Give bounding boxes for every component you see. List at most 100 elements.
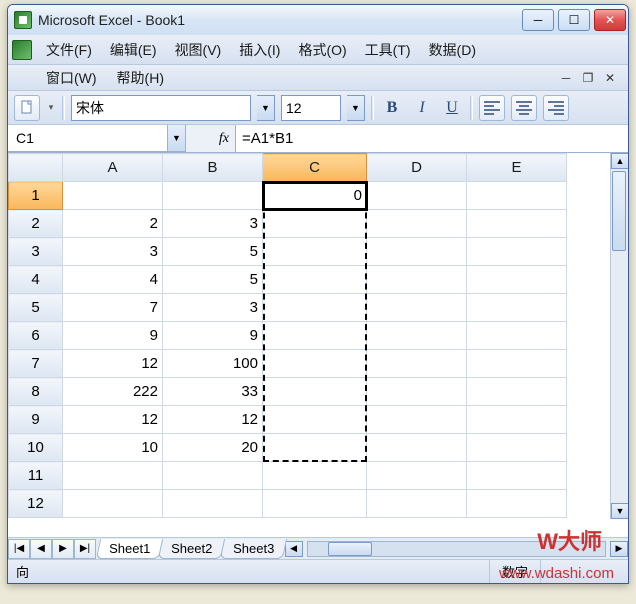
cell-C7[interactable] bbox=[263, 350, 367, 378]
row-header-3[interactable]: 3 bbox=[9, 238, 63, 266]
close-button[interactable]: ✕ bbox=[594, 9, 626, 31]
row-header-10[interactable]: 10 bbox=[9, 434, 63, 462]
underline-button[interactable]: U bbox=[440, 96, 464, 120]
vscroll-thumb[interactable] bbox=[612, 171, 626, 251]
cell-D11[interactable] bbox=[367, 462, 467, 490]
name-box-dropdown-icon[interactable]: ▼ bbox=[168, 125, 186, 152]
menu-insert[interactable]: 插入(I) bbox=[231, 37, 288, 63]
sheet-nav-2[interactable]: ▶ bbox=[52, 539, 74, 559]
cell-A10[interactable]: 10 bbox=[63, 434, 163, 462]
hscroll-left-icon[interactable]: ◀ bbox=[285, 541, 303, 557]
workbook-restore-icon[interactable]: ❐ bbox=[580, 70, 596, 86]
cell-D2[interactable] bbox=[367, 210, 467, 238]
row-header-2[interactable]: 2 bbox=[9, 210, 63, 238]
maximize-button[interactable]: ☐ bbox=[558, 9, 590, 31]
row-header-5[interactable]: 5 bbox=[9, 294, 63, 322]
minimize-button[interactable]: ─ bbox=[522, 9, 554, 31]
menu-edit[interactable]: 编辑(E) bbox=[102, 37, 165, 63]
cell-B8[interactable]: 33 bbox=[163, 378, 263, 406]
cell-D7[interactable] bbox=[367, 350, 467, 378]
col-header-B[interactable]: B bbox=[163, 154, 263, 182]
menu-file[interactable]: 文件(F) bbox=[38, 37, 100, 63]
cell-C1[interactable]: 0 bbox=[263, 182, 367, 210]
col-header-D[interactable]: D bbox=[367, 154, 467, 182]
cell-C8[interactable] bbox=[263, 378, 367, 406]
align-center-button[interactable] bbox=[511, 95, 537, 121]
font-name-dropdown-icon[interactable]: ▼ bbox=[257, 95, 275, 121]
align-left-button[interactable] bbox=[479, 95, 505, 121]
cell-B6[interactable]: 9 bbox=[163, 322, 263, 350]
cell-A4[interactable]: 4 bbox=[63, 266, 163, 294]
col-header-E[interactable]: E bbox=[467, 154, 567, 182]
cell-C11[interactable] bbox=[263, 462, 367, 490]
cell-D4[interactable] bbox=[367, 266, 467, 294]
cell-D9[interactable] bbox=[367, 406, 467, 434]
sheet-tab-Sheet2[interactable]: Sheet2 bbox=[158, 539, 225, 559]
italic-button[interactable]: I bbox=[410, 96, 434, 120]
menu-tools[interactable]: 工具(T) bbox=[357, 37, 419, 63]
row-header-1[interactable]: 1 bbox=[9, 182, 63, 210]
cell-B5[interactable]: 3 bbox=[163, 294, 263, 322]
cell-A12[interactable] bbox=[63, 490, 163, 518]
cell-C12[interactable] bbox=[263, 490, 367, 518]
menu-help[interactable]: 帮助(H) bbox=[109, 65, 172, 91]
formula-input[interactable]: =A1*B1 bbox=[236, 125, 628, 152]
row-header-9[interactable]: 9 bbox=[9, 406, 63, 434]
cell-D5[interactable] bbox=[367, 294, 467, 322]
cell-E4[interactable] bbox=[467, 266, 567, 294]
cell-B4[interactable]: 5 bbox=[163, 266, 263, 294]
cell-E5[interactable] bbox=[467, 294, 567, 322]
menu-format[interactable]: 格式(O) bbox=[290, 37, 354, 63]
cell-E9[interactable] bbox=[467, 406, 567, 434]
cell-A5[interactable]: 7 bbox=[63, 294, 163, 322]
cell-D12[interactable] bbox=[367, 490, 467, 518]
horizontal-scrollbar[interactable] bbox=[307, 541, 606, 557]
cell-B9[interactable]: 12 bbox=[163, 406, 263, 434]
select-all-corner[interactable] bbox=[9, 154, 63, 182]
cell-B7[interactable]: 100 bbox=[163, 350, 263, 378]
cell-A2[interactable]: 2 bbox=[63, 210, 163, 238]
font-name-select[interactable]: 宋体 bbox=[71, 95, 251, 121]
menu-window[interactable]: 窗口(W) bbox=[38, 65, 105, 91]
hscroll-thumb[interactable] bbox=[328, 542, 372, 556]
scroll-down-icon[interactable]: ▼ bbox=[611, 503, 628, 519]
cell-E1[interactable] bbox=[467, 182, 567, 210]
cell-B3[interactable]: 5 bbox=[163, 238, 263, 266]
cell-A8[interactable]: 222 bbox=[63, 378, 163, 406]
spreadsheet-grid[interactable]: ABCDE10223335445573699712100822233912121… bbox=[8, 153, 628, 537]
cell-A11[interactable] bbox=[63, 462, 163, 490]
cell-B11[interactable] bbox=[163, 462, 263, 490]
new-doc-dropdown-icon[interactable]: ▾ bbox=[46, 102, 56, 113]
cell-E8[interactable] bbox=[467, 378, 567, 406]
cell-E11[interactable] bbox=[467, 462, 567, 490]
row-header-12[interactable]: 12 bbox=[9, 490, 63, 518]
row-header-8[interactable]: 8 bbox=[9, 378, 63, 406]
cell-E3[interactable] bbox=[467, 238, 567, 266]
cell-A3[interactable]: 3 bbox=[63, 238, 163, 266]
row-header-4[interactable]: 4 bbox=[9, 266, 63, 294]
row-header-11[interactable]: 11 bbox=[9, 462, 63, 490]
cell-B12[interactable] bbox=[163, 490, 263, 518]
cell-B1[interactable] bbox=[163, 182, 263, 210]
bold-button[interactable]: B bbox=[380, 96, 404, 120]
cell-A1[interactable] bbox=[63, 182, 163, 210]
name-box[interactable]: C1 bbox=[8, 125, 168, 152]
sheet-nav-3[interactable]: ▶| bbox=[74, 539, 96, 559]
font-size-select[interactable]: 12 bbox=[281, 95, 341, 121]
workbook-minimize-icon[interactable]: ─ bbox=[558, 70, 574, 86]
cell-E10[interactable] bbox=[467, 434, 567, 462]
font-size-dropdown-icon[interactable]: ▼ bbox=[347, 95, 365, 121]
cell-C9[interactable] bbox=[263, 406, 367, 434]
fx-icon[interactable]: fx bbox=[186, 125, 236, 152]
cell-E6[interactable] bbox=[467, 322, 567, 350]
cell-D8[interactable] bbox=[367, 378, 467, 406]
cell-E7[interactable] bbox=[467, 350, 567, 378]
cell-C2[interactable] bbox=[263, 210, 367, 238]
cell-D6[interactable] bbox=[367, 322, 467, 350]
row-header-6[interactable]: 6 bbox=[9, 322, 63, 350]
row-header-7[interactable]: 7 bbox=[9, 350, 63, 378]
sheet-nav-1[interactable]: ◀ bbox=[30, 539, 52, 559]
cell-D1[interactable] bbox=[367, 182, 467, 210]
cell-C5[interactable] bbox=[263, 294, 367, 322]
cell-B10[interactable]: 20 bbox=[163, 434, 263, 462]
